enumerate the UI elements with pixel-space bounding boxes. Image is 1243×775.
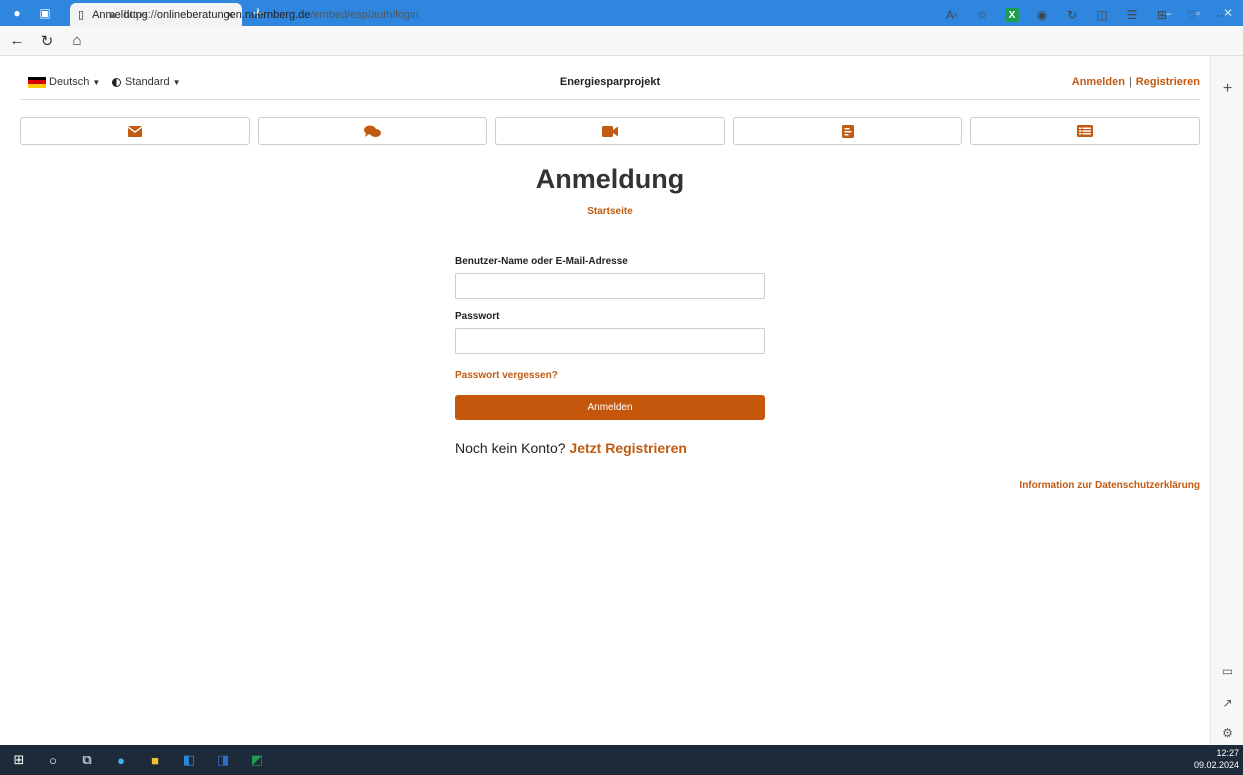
sidebar-add-icon[interactable]: + [1211, 80, 1243, 98]
document-icon [841, 124, 854, 138]
home-icon[interactable]: ⌂ [64, 28, 90, 54]
favorite-star-icon[interactable]: ☆ [969, 4, 995, 26]
extension-icon[interactable]: ◉ [1029, 4, 1055, 26]
lock-icon: 🔒︎ [110, 8, 116, 21]
clock-time: 12:27 [1216, 748, 1239, 758]
top-navigation: Deutsch ▼ Standard ▼ Energiesparprojekt … [20, 70, 1200, 100]
username-input[interactable] [455, 273, 765, 299]
username-label: Benutzer-Name oder E-Mail-Adresse [455, 256, 628, 267]
back-icon[interactable]: ← [4, 28, 30, 54]
settings-icon[interactable]: ⚙ [1211, 726, 1243, 740]
search-icon[interactable]: ○ [38, 745, 68, 775]
register-now-link[interactable]: Jetzt Registrieren [569, 440, 686, 456]
mail-button[interactable] [20, 117, 250, 145]
no-account-line: Noch kein Konto? Jetzt Registrieren [455, 440, 765, 456]
url-path: /embed/esp/auth/login [310, 9, 419, 21]
clock-date: 09.02.2024 [1193, 760, 1239, 770]
performance-icon[interactable]: ♡ [1179, 4, 1205, 26]
document-button[interactable] [732, 117, 963, 145]
file-explorer-icon[interactable]: ■ [140, 745, 170, 775]
split-screen-icon[interactable]: ◫ [1089, 4, 1115, 26]
taskbar: ⊞ ○ ⧉ ● ■ ◧ ◨ ◩ 12:27 09.02.2024 [0, 745, 1243, 775]
register-link[interactable]: Registrieren [1136, 76, 1200, 88]
edge-icon[interactable]: ● [106, 745, 136, 775]
word-icon[interactable]: ◨ [208, 745, 238, 775]
windows-start-icon[interactable]: ⊞ [4, 745, 34, 775]
sidebar-panel-icon[interactable]: ▭ [1211, 664, 1243, 678]
refresh-extension-icon[interactable]: ↻ [1059, 4, 1085, 26]
excel-extension-icon[interactable]: X [1005, 8, 1019, 22]
forgot-password-link[interactable]: Passwort vergessen? [455, 370, 765, 381]
read-aloud-icon[interactable]: A» [939, 4, 965, 26]
url-prefix: https:// [123, 9, 157, 21]
page-title: Anmeldung [535, 164, 685, 194]
collections-icon[interactable]: ⊞ [1149, 4, 1175, 26]
task-view-icon[interactable]: ⧉ [72, 745, 102, 775]
chat-icon [363, 125, 381, 137]
video-button[interactable] [495, 117, 725, 145]
password-label: Passwort [455, 311, 500, 322]
login-link[interactable]: Anmelden [1072, 76, 1125, 88]
profile-icon[interactable]: ● [6, 2, 28, 24]
workspaces-icon[interactable]: ▣ [34, 2, 56, 24]
page-icon: ▯ [78, 9, 85, 21]
icon-button-row [20, 117, 1200, 145]
video-icon [601, 125, 618, 137]
outlook-icon[interactable]: ◧ [174, 745, 204, 775]
favorites-icon[interactable]: ☰ [1119, 4, 1145, 26]
browser-sidebar: + ▭ ↗ ⚙ [1210, 56, 1243, 745]
excel-icon[interactable]: ◩ [242, 745, 272, 775]
privacy-link[interactable]: Information zur Datenschutzerklärung [1019, 480, 1200, 491]
chat-button[interactable] [257, 117, 488, 145]
login-button[interactable]: Anmelden [455, 395, 765, 420]
password-input[interactable] [455, 328, 765, 354]
no-account-text: Noch kein Konto? [455, 440, 566, 456]
home-link[interactable]: Startseite [10, 206, 1210, 217]
login-form: Benutzer-Name oder E-Mail-Adresse Passwo… [455, 256, 765, 456]
url-host: onlineberatungen.nuernberg.de [156, 9, 311, 21]
envelope-icon [127, 125, 142, 137]
list-button[interactable] [970, 117, 1200, 145]
url-field[interactable]: 🔒︎ https://onlineberatungen.nuernberg.de… [110, 4, 930, 26]
link-separator: | [1128, 76, 1132, 88]
browser-toolbar: A» ☆ X ◉ ↻ ◫ ☰ ⊞ ♡ ··· [939, 4, 1235, 26]
clock[interactable]: 12:27 09.02.2024 [1194, 747, 1239, 771]
address-bar: ← ↻ ⌂ [0, 26, 1243, 56]
reload-icon[interactable]: ↻ [34, 28, 60, 54]
external-link-icon[interactable]: ↗ [1211, 696, 1243, 710]
auth-links: Anmelden | Registrieren [1072, 76, 1200, 88]
list-icon [1077, 125, 1094, 137]
more-icon[interactable]: ··· [1209, 4, 1235, 26]
web-page: Deutsch ▼ Standard ▼ Energiesparprojekt … [10, 56, 1210, 745]
site-title: Energiesparprojekt [559, 76, 661, 88]
